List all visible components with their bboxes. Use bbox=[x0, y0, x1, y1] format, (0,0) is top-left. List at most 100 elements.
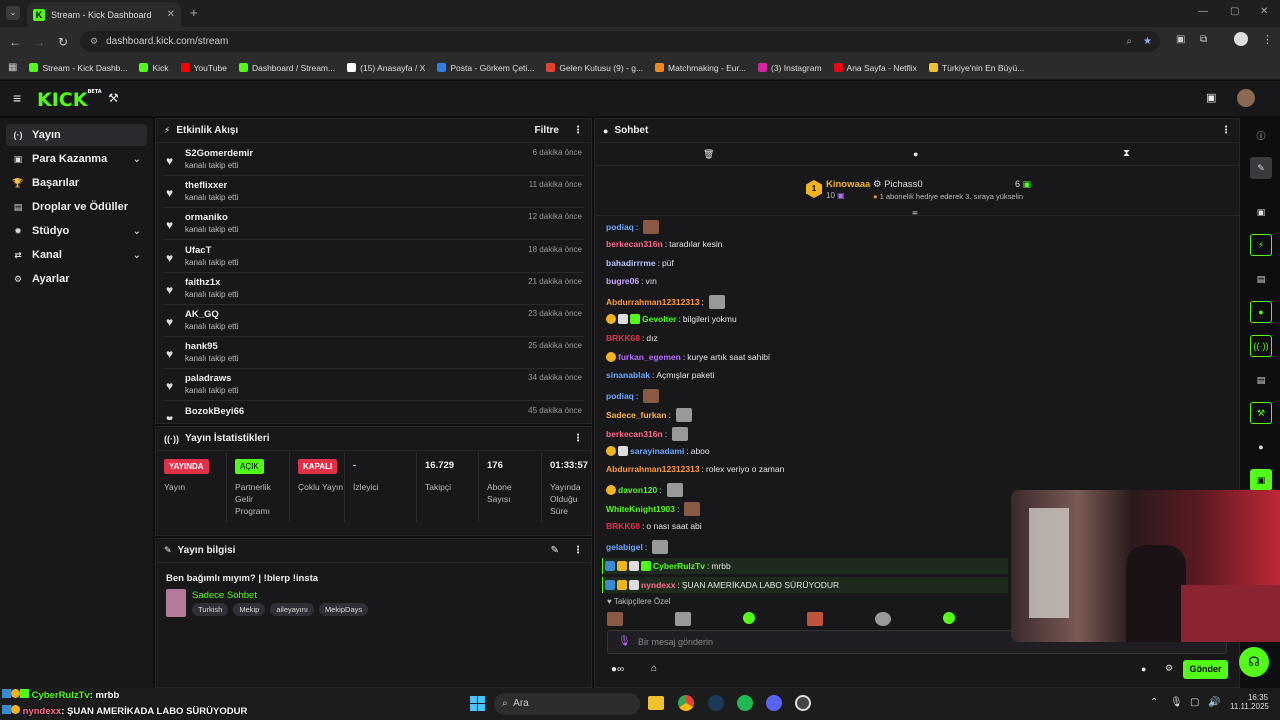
emote-4[interactable] bbox=[807, 612, 823, 626]
minimize-button[interactable]: — bbox=[1198, 6, 1208, 17]
close-window-button[interactable]: ✕ bbox=[1260, 6, 1268, 17]
chat-username[interactable]: berkecan316n bbox=[606, 429, 663, 439]
chat-message[interactable]: BRKK68: o nası saat abi bbox=[606, 521, 702, 531]
bookmark-item[interactable]: YouTube bbox=[180, 63, 227, 73]
info-icon[interactable]: ⓘ bbox=[1250, 124, 1272, 146]
chat-username[interactable]: bahadirrrme bbox=[606, 258, 656, 268]
activity-more-icon[interactable]: ⋮ bbox=[573, 125, 583, 136]
support-chat-icon[interactable]: ☊ bbox=[1239, 647, 1269, 677]
chat-username[interactable]: Abdurrahman12312313 bbox=[606, 297, 700, 307]
browser-tab[interactable]: K Stream - Kick Dashboard ✕ bbox=[27, 2, 181, 27]
activity-item[interactable]: ♥ hank95 kanalı takip etti 25 dakika önce bbox=[164, 337, 584, 370]
chat-message[interactable]: nyndexx: ŞUAN AMERİKADA LABO SÜRÜYODUR bbox=[602, 577, 1008, 594]
spotify-icon[interactable] bbox=[737, 695, 753, 711]
chat-more-icon[interactable]: ⋮ bbox=[1221, 125, 1231, 136]
emote-2[interactable] bbox=[675, 612, 691, 626]
chat-message[interactable]: berkecan316n: bbox=[606, 426, 689, 441]
emote-5[interactable] bbox=[875, 612, 891, 626]
emote-6[interactable] bbox=[943, 612, 955, 624]
steam-icon[interactable] bbox=[708, 695, 724, 711]
sidebar-item[interactable]: ⇄ Kanal ⌄ bbox=[6, 244, 147, 266]
chat-message[interactable]: Abdurrahman12312313: bbox=[606, 295, 725, 310]
zoom-icon[interactable]: ⌕ bbox=[1126, 36, 1132, 47]
chat-username[interactable]: podiaq bbox=[606, 222, 634, 232]
tray-chevron-icon[interactable]: ⌃ bbox=[1150, 697, 1158, 708]
chat-message[interactable]: davon120: bbox=[606, 483, 683, 498]
mic-tray-icon[interactable]: 🎙 bbox=[1170, 697, 1183, 708]
chat-username[interactable]: CyberRulzTv bbox=[653, 561, 705, 571]
chat-message[interactable]: furkan_egemen: kurye artık saat sahibi bbox=[606, 351, 770, 362]
pin-icon[interactable]: ⚒ bbox=[108, 91, 119, 105]
back-icon[interactable]: ← bbox=[3, 35, 27, 49]
chat-message[interactable]: bugre06: vın bbox=[606, 276, 657, 286]
chat-message[interactable]: WhiteKnight1903: bbox=[606, 502, 701, 516]
bookmark-item[interactable]: Dashboard / Stream... bbox=[238, 63, 335, 73]
forward-icon[interactable]: → bbox=[27, 35, 51, 49]
bookmark-item[interactable]: Stream - Kick Dashb... bbox=[29, 63, 127, 73]
chrome-icon[interactable] bbox=[678, 695, 694, 711]
hourglass-icon[interactable]: ⧗ bbox=[1123, 148, 1130, 159]
chat-message[interactable]: berkecan316n: taradılar kesin bbox=[606, 239, 722, 249]
volume-icon[interactable]: 🔊 bbox=[1208, 697, 1220, 708]
chat-message[interactable]: podiaq: bbox=[606, 389, 660, 404]
bookmark-item[interactable]: (3) Instagram bbox=[757, 63, 822, 73]
chat-username[interactable]: nyndexx bbox=[641, 580, 676, 590]
wallet-icon[interactable]: ▣ bbox=[1206, 91, 1216, 104]
close-tab-icon[interactable]: ✕ bbox=[167, 9, 175, 20]
category-name[interactable]: Sadece Sohbet bbox=[192, 590, 257, 601]
file-explorer-icon[interactable] bbox=[648, 696, 664, 710]
chat-message[interactable]: Sadece_furkan: bbox=[606, 408, 692, 422]
sidebar-item[interactable]: ▣ Para Kazanma ⌄ bbox=[6, 148, 147, 170]
chat-message[interactable]: sarayinadami: aboo bbox=[606, 445, 710, 456]
chat-username[interactable]: davon120 bbox=[618, 485, 657, 495]
chevron-down-icon[interactable]: ⌄ bbox=[133, 250, 141, 261]
layers-icon[interactable]: ▤ bbox=[1250, 369, 1272, 391]
chat-username[interactable]: berkecan316n bbox=[606, 239, 663, 249]
browser-menu-icon[interactable]: ⋮ bbox=[1262, 33, 1273, 46]
info-more-icon[interactable]: ⋮ bbox=[573, 545, 583, 556]
chat-mode-icon[interactable]: ● bbox=[913, 149, 918, 159]
apps-grid-icon[interactable]: ▦ bbox=[8, 62, 17, 73]
activity-username[interactable]: BozokBeyi66 bbox=[185, 406, 244, 417]
chat-rail-icon[interactable]: ● bbox=[1250, 301, 1272, 323]
bookmark-item[interactable]: Posta - Görkem Çeti... bbox=[437, 63, 534, 73]
pen-icon[interactable]: ✎ bbox=[1250, 157, 1272, 179]
windows-start-icon[interactable] bbox=[470, 696, 485, 711]
activity-item[interactable]: ♥ theflixxer kanalı takip etti 11 dakika ön… bbox=[164, 176, 584, 209]
chat-message[interactable]: Gevolter: bilgileri yokmu bbox=[606, 314, 737, 324]
chevron-down-icon[interactable]: ⌄ bbox=[133, 154, 141, 165]
discord-icon[interactable] bbox=[766, 695, 782, 711]
clock[interactable]: 16:35 11.11.2025 bbox=[1230, 693, 1269, 711]
activity-username[interactable]: paladraws bbox=[185, 373, 231, 384]
chat-message[interactable]: bahadirrrme: püf bbox=[606, 258, 674, 268]
chat-username[interactable]: furkan_egemen bbox=[618, 352, 681, 362]
mic-icon[interactable]: 🎙 bbox=[618, 636, 631, 647]
activity-item[interactable]: ♥ AK_GQ kanalı takip etti 23 dakika önce bbox=[164, 305, 584, 337]
filter-button[interactable]: Filtre bbox=[535, 125, 559, 136]
extension-icon[interactable]: ▣ bbox=[1176, 34, 1185, 45]
users-icon[interactable]: ●∞ bbox=[611, 664, 624, 675]
chat-username[interactable]: bugre06 bbox=[606, 276, 639, 286]
extensions-puzzle-icon[interactable]: ⧉ bbox=[1200, 34, 1207, 45]
bookmark-item[interactable]: Ana Sayfa - Netflix bbox=[833, 63, 917, 73]
broadcast-rail-icon[interactable]: ((·)) bbox=[1250, 335, 1272, 357]
tag-chip[interactable]: Turkish bbox=[192, 603, 229, 616]
bookmark-item[interactable]: Türkiye'nin En Büyü... bbox=[928, 63, 1024, 73]
url-bar[interactable]: ⚙ dashboard.kick.com/stream ⌕ ★ bbox=[80, 31, 1160, 52]
stats-more-icon[interactable]: ⋮ bbox=[573, 433, 583, 444]
screen-icon[interactable]: ▣ bbox=[1250, 201, 1272, 223]
sidebar-item[interactable]: ⚙ Ayarlar bbox=[6, 268, 147, 290]
app-icon[interactable] bbox=[795, 695, 811, 711]
chat-message[interactable]: CyberRulzTv: mrbb bbox=[602, 558, 1008, 575]
activity-username[interactable]: hank95 bbox=[185, 341, 218, 352]
emote-3[interactable] bbox=[743, 612, 755, 624]
trash-icon[interactable]: 🗑 bbox=[703, 149, 714, 160]
chat-username[interactable]: Abdurrahman12312313 bbox=[606, 464, 700, 474]
chat-username[interactable]: podiaq bbox=[606, 391, 634, 401]
emote-picker-icon[interactable]: ● bbox=[1141, 664, 1146, 674]
activity-username[interactable]: AK_GQ bbox=[185, 309, 219, 320]
bookmark-item[interactable]: Matchmaking - Eur... bbox=[655, 63, 746, 73]
activity-item[interactable]: ♥ faithz1x kanalı takip etti 21 dakika önce bbox=[164, 273, 584, 305]
chat-message[interactable]: gelabigel: bbox=[606, 539, 669, 554]
clipboard-icon[interactable]: ▤ bbox=[1250, 268, 1272, 290]
